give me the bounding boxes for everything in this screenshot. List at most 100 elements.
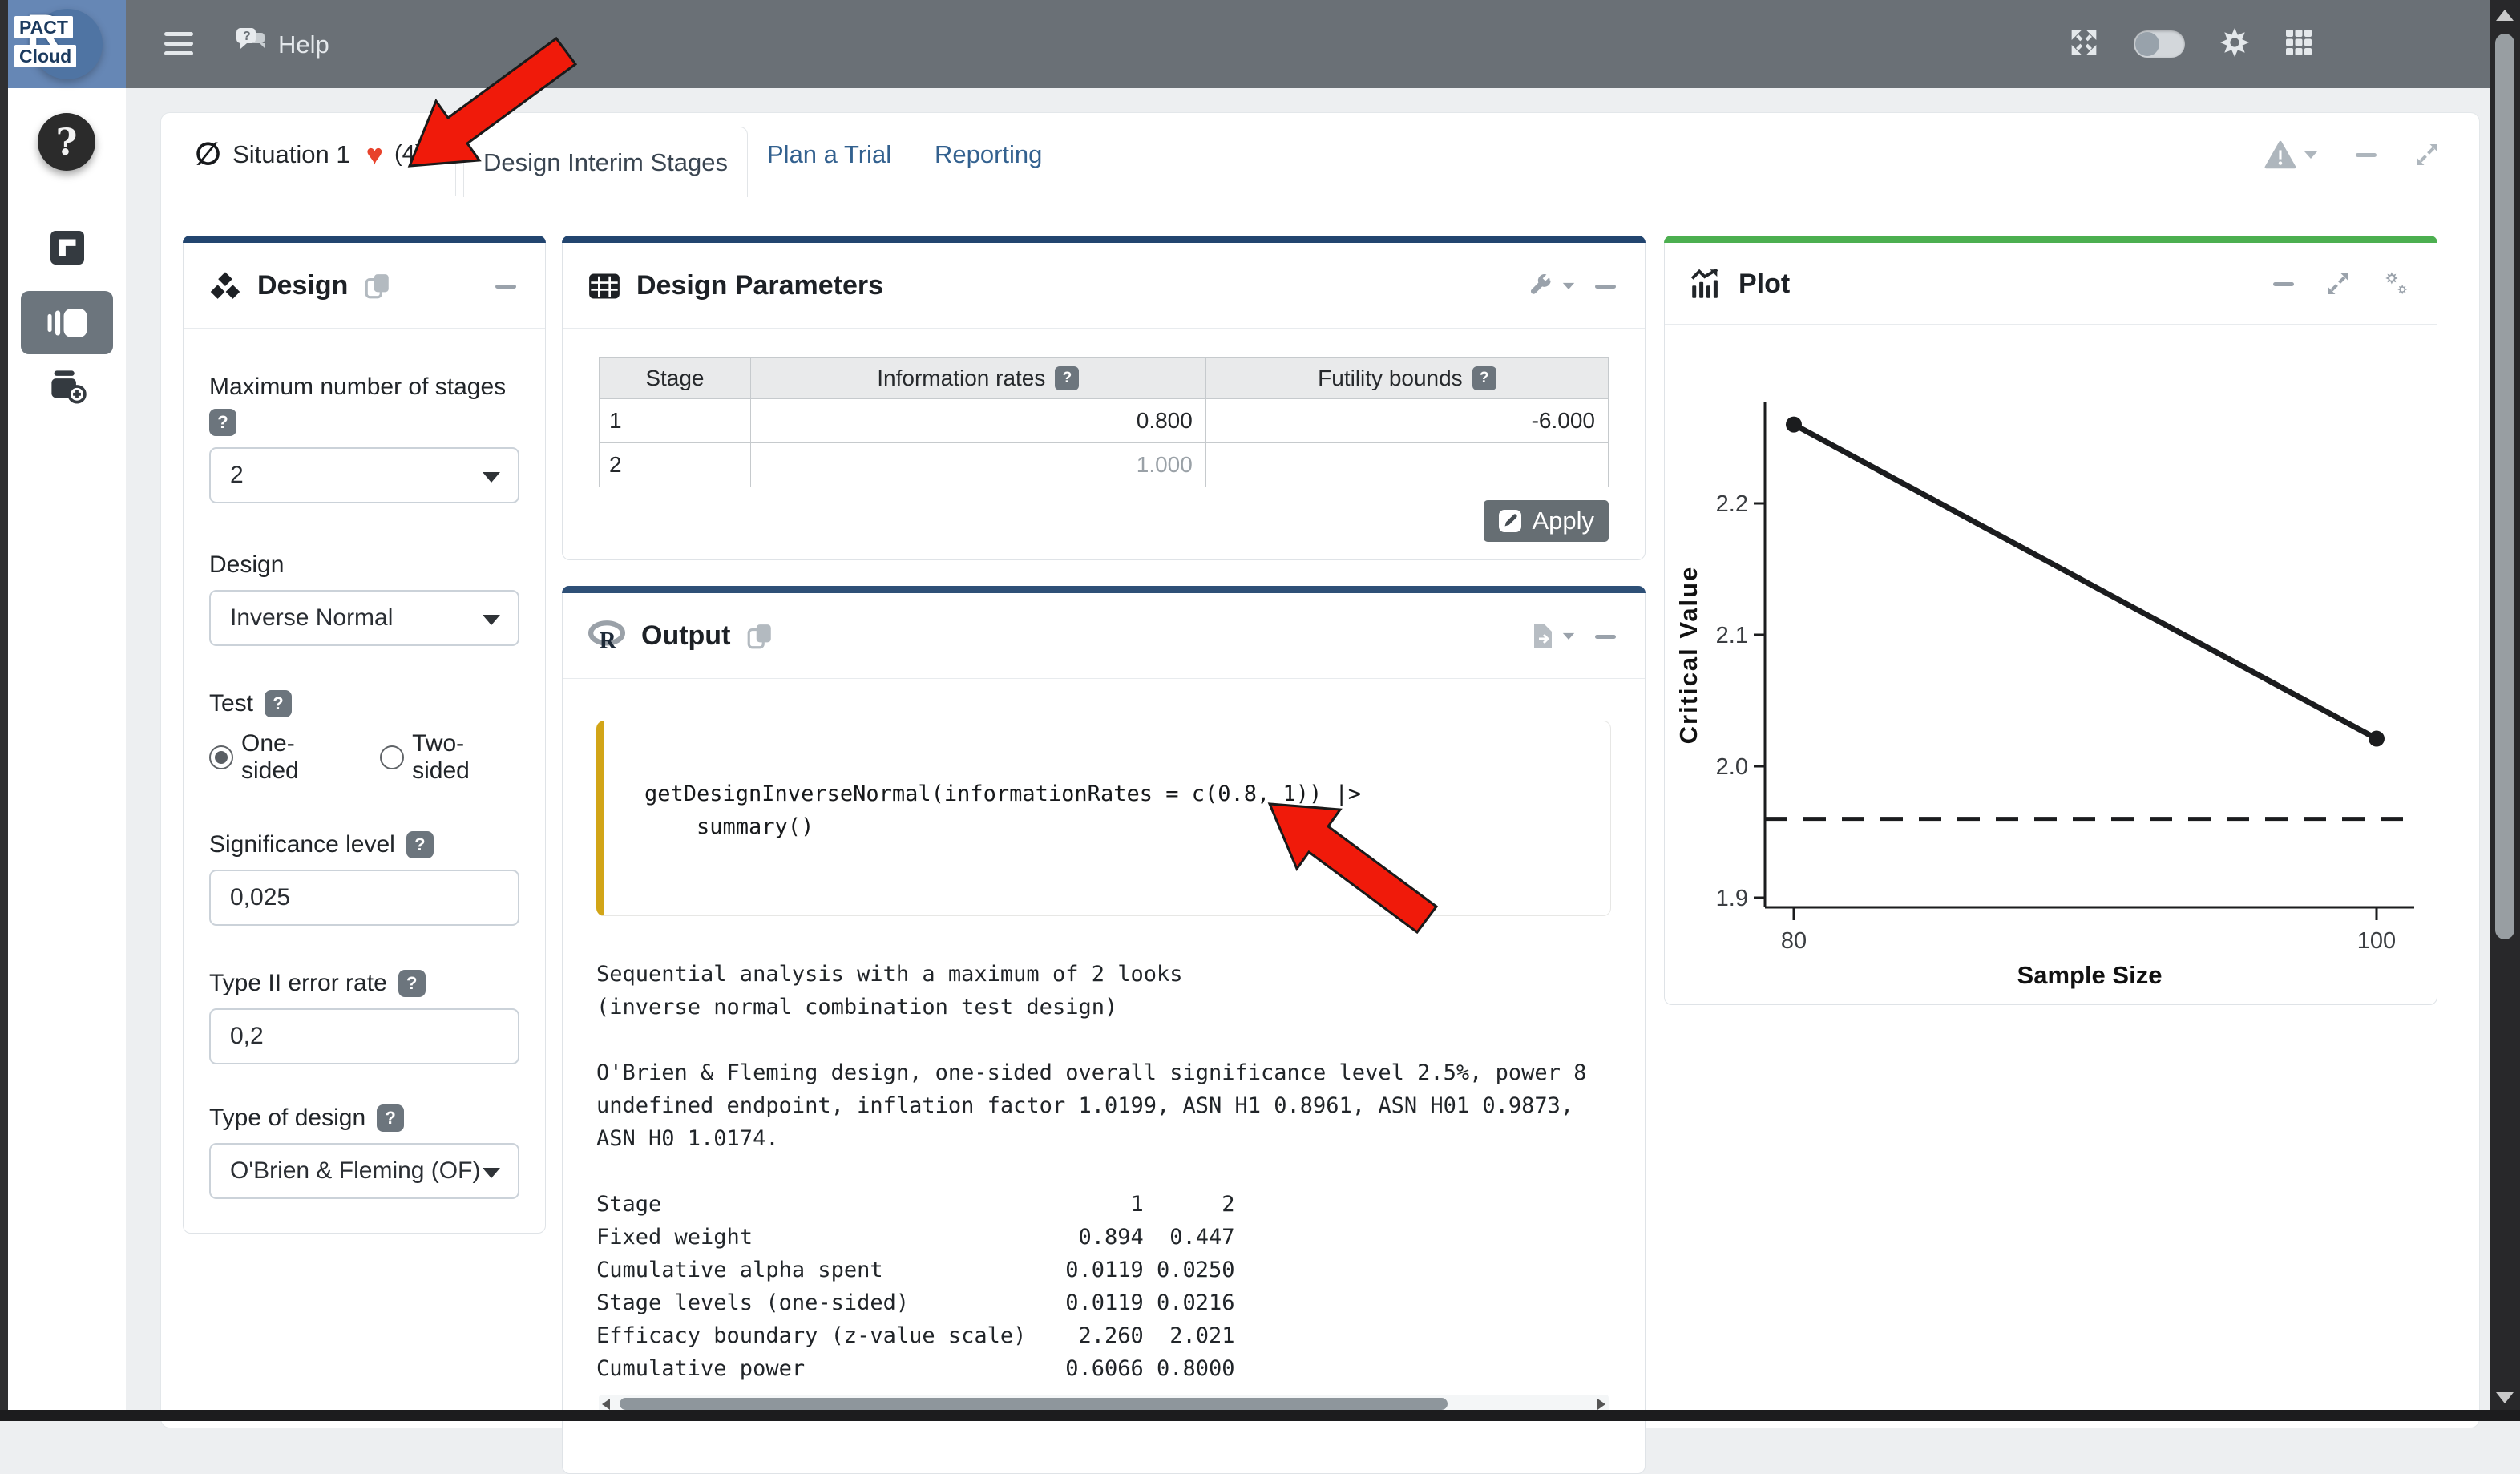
chart-icon xyxy=(1690,269,1722,299)
favorite-count: (4) xyxy=(394,141,422,168)
help-icon[interactable]: ? xyxy=(1472,366,1496,390)
tab-situation-1[interactable]: ∅ Situation 1 ♥ (4) xyxy=(161,113,456,196)
wrench-icon xyxy=(1528,273,1555,300)
window-left-edge xyxy=(0,0,8,1421)
app-logo[interactable]: R PACT Cloud xyxy=(8,0,126,88)
scrollbar-thumb[interactable] xyxy=(2495,34,2514,939)
settings-gear-icon[interactable] xyxy=(2220,28,2249,61)
plot-settings-gears-icon[interactable] xyxy=(2379,269,2411,299)
add-box-icon xyxy=(48,369,87,404)
copy-icon[interactable] xyxy=(364,272,391,301)
type-of-design-label: Type of design xyxy=(209,1104,365,1132)
help-icon[interactable]: ? xyxy=(398,970,426,997)
svg-text:2.1: 2.1 xyxy=(1716,623,1748,648)
sidebar-item-add-situation[interactable] xyxy=(8,369,126,404)
r-output-text: Sequential analysis with a maximum of 2 … xyxy=(596,958,1611,1385)
collapse-panel-button[interactable] xyxy=(2352,141,2380,168)
help-icon[interactable]: ? xyxy=(377,1104,404,1132)
significance-label: Significance level xyxy=(209,831,395,858)
tools-dropdown-button[interactable] xyxy=(1528,273,1576,300)
export-dropdown-button[interactable] xyxy=(1531,622,1576,651)
table-row: 21.000 xyxy=(600,443,1609,487)
collapse-card-icon[interactable] xyxy=(1592,623,1619,650)
design-select[interactable]: Inverse Normal xyxy=(209,590,519,646)
r-code-block: getDesignInverseNormal(informationRates … xyxy=(596,721,1611,916)
svg-text:Sample Size: Sample Size xyxy=(2017,961,2163,989)
tab-design-interim-stages[interactable]: Design Interim Stages xyxy=(463,127,748,197)
stage-cell: 2 xyxy=(600,443,751,487)
tab-bar: ∅ Situation 1 ♥ (4) Design Interim Stage… xyxy=(161,113,2479,196)
scroll-left-arrow-icon[interactable] xyxy=(602,1399,610,1410)
page-vertical-scrollbar[interactable] xyxy=(2490,0,2520,1421)
tab-reporting[interactable]: Reporting xyxy=(935,113,1042,196)
expand-panel-button[interactable] xyxy=(2413,141,2441,168)
warnings-dropdown-button[interactable] xyxy=(2264,140,2319,169)
scroll-up-arrow-icon[interactable] xyxy=(2496,10,2514,21)
plot-card: Plot 1.92.02.12.280100Sample SizeCritica… xyxy=(1664,236,2437,1005)
expand-diagonal-icon xyxy=(2413,141,2441,168)
max-stages-select[interactable]: 2 xyxy=(209,447,519,503)
r-code[interactable]: getDesignInverseNormal(informationRates … xyxy=(644,777,1570,843)
menu-toggle-icon[interactable] xyxy=(164,32,193,56)
warning-triangle-icon xyxy=(2264,140,2296,169)
help-label: Help xyxy=(278,30,329,59)
tab-plan-a-trial[interactable]: Plan a Trial xyxy=(767,113,891,196)
logo-text-bottom: Cloud xyxy=(14,45,76,67)
svg-text:Critical Value: Critical Value xyxy=(1674,566,1702,745)
type2-error-value: 0,2 xyxy=(230,1023,264,1050)
type2-error-input[interactable]: 0,2 xyxy=(209,1008,519,1064)
output-card: R Output getDesignInverseNormal(informat… xyxy=(562,586,1646,1474)
sidebar-item-dashboard[interactable] xyxy=(8,231,126,265)
chevron-down-icon xyxy=(2303,149,2319,160)
scroll-down-arrow-icon[interactable] xyxy=(2496,1392,2514,1403)
apps-grid-icon[interactable] xyxy=(2284,28,2313,61)
stage-cell: 1 xyxy=(600,399,751,443)
sidebar-item-situations-active[interactable] xyxy=(21,291,113,354)
information-rate-cell[interactable]: 1.000 xyxy=(750,443,1205,487)
theme-toggle[interactable] xyxy=(2134,30,2185,58)
top-bar: R PACT Cloud ? Help xyxy=(0,0,2520,88)
situation-tab-label: Situation 1 xyxy=(232,140,350,169)
window-bottom-edge xyxy=(0,1410,2520,1421)
max-stages-value: 2 xyxy=(230,462,244,489)
scrollbar-thumb[interactable] xyxy=(620,1398,1448,1410)
help-icon[interactable]: ? xyxy=(265,690,292,717)
radio-one-sided[interactable] xyxy=(209,745,233,769)
design-select-label: Design xyxy=(209,551,519,579)
help-icon[interactable]: ? xyxy=(406,831,434,858)
column-header-information-rates: Information rates? xyxy=(750,358,1205,399)
help-button[interactable]: ? Help xyxy=(235,26,329,63)
type-of-design-select[interactable]: O'Brien & Fleming (OF) xyxy=(209,1143,519,1199)
significance-input[interactable]: 0,025 xyxy=(209,870,519,926)
collapse-card-icon[interactable] xyxy=(1592,273,1619,300)
design-card-title: Design xyxy=(257,270,348,301)
scroll-right-arrow-icon[interactable] xyxy=(1597,1399,1605,1410)
collapse-card-icon[interactable] xyxy=(492,273,519,300)
test-label: Test xyxy=(209,690,253,717)
svg-text:100: 100 xyxy=(2357,928,2396,954)
user-avatar[interactable]: ? xyxy=(38,113,95,171)
empty-set-icon: ∅ xyxy=(195,139,221,170)
design-parameters-table: Stage Information rates? Futility bounds… xyxy=(599,357,1609,487)
design-parameters-table-body: 10.800-6.00021.000 xyxy=(600,399,1609,487)
favorite-heart-icon[interactable]: ♥ xyxy=(366,140,383,169)
information-rate-cell[interactable]: 0.800 xyxy=(750,399,1205,443)
help-icon[interactable]: ? xyxy=(1055,366,1079,390)
expand-card-icon[interactable] xyxy=(2324,270,2352,297)
help-icon[interactable]: ? xyxy=(209,409,236,436)
svg-text:2.0: 2.0 xyxy=(1716,754,1748,780)
collapse-card-icon[interactable] xyxy=(2270,270,2297,297)
svg-text:80: 80 xyxy=(1781,928,1807,954)
fullscreen-arrows-icon[interactable] xyxy=(2070,28,2098,61)
radio-two-sided[interactable] xyxy=(380,745,404,769)
chevron-down-icon xyxy=(1561,631,1576,641)
tab-design-interim-stages-label: Design Interim Stages xyxy=(483,148,728,177)
logo-text-top: PACT xyxy=(14,16,73,38)
type2-error-label: Type II error rate xyxy=(209,970,387,997)
max-stages-label: Maximum number of stages xyxy=(209,374,519,401)
apply-button[interactable]: Apply xyxy=(1484,500,1609,542)
futility-bound-cell[interactable]: -6.000 xyxy=(1205,399,1608,443)
futility-bound-cell[interactable] xyxy=(1205,443,1608,487)
copy-icon[interactable] xyxy=(746,622,773,651)
svg-text:?: ? xyxy=(243,30,251,43)
